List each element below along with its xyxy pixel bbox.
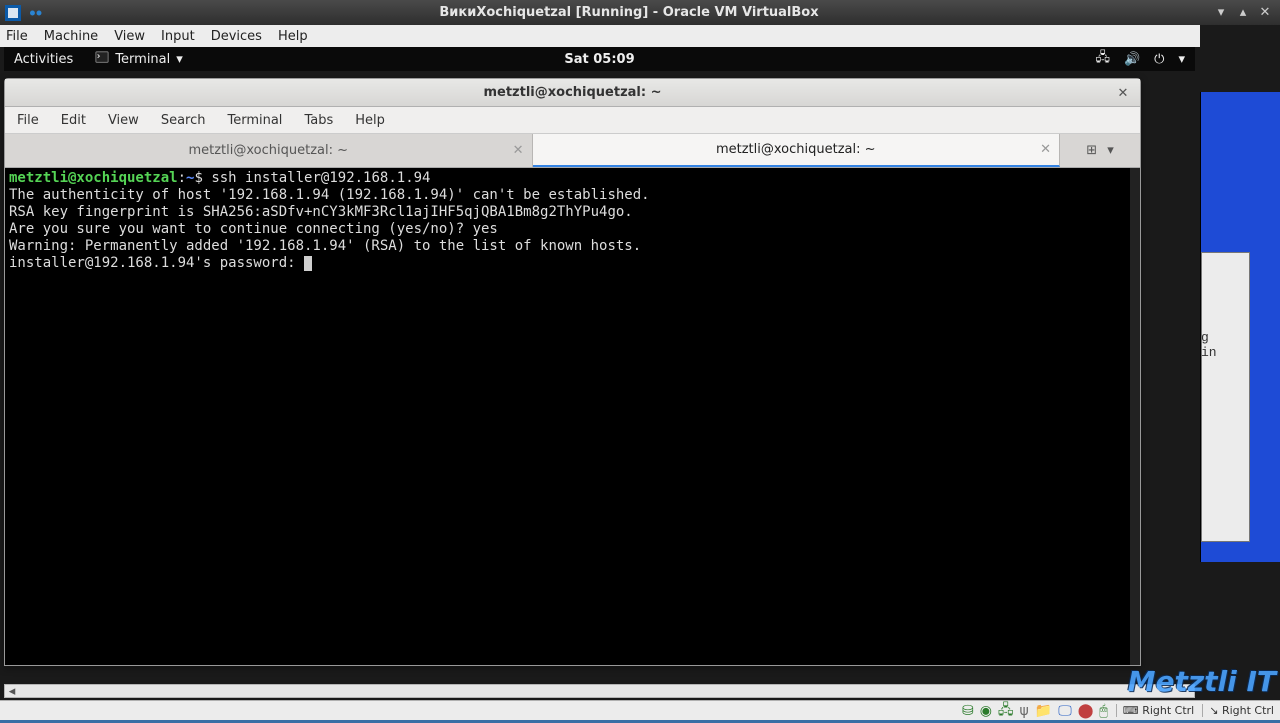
close-button[interactable]: ✕: [1258, 6, 1272, 20]
terminal-tab-1[interactable]: metztli@xochiquetzal: ~ ✕: [533, 134, 1061, 167]
hostkey-arrow-icon: ↘: [1209, 704, 1218, 717]
tab-close-icon[interactable]: ✕: [513, 143, 524, 158]
vm-menu-devices[interactable]: Devices: [211, 29, 262, 44]
scroll-left-icon[interactable]: ◂: [5, 685, 19, 697]
vm-dots-icon: [30, 4, 48, 22]
virtualbox-titlebar: ВикиXochiquetzal [Running] - Oracle VM V…: [0, 0, 1280, 25]
vb-optical-icon[interactable]: ◉: [980, 703, 992, 719]
term-menu-search[interactable]: Search: [161, 113, 206, 128]
tab-close-icon[interactable]: ✕: [1040, 142, 1051, 157]
vb-usb-icon[interactable]: ψ: [1020, 703, 1029, 719]
vb-network-icon[interactable]: 🖧: [998, 699, 1014, 723]
term-menu-edit[interactable]: Edit: [61, 113, 86, 128]
vb-recording-icon[interactable]: ⬤: [1078, 703, 1094, 719]
term-line: RSA key fingerprint is SHA256:aSDfv+nCY3…: [9, 204, 1136, 221]
term-menu-view[interactable]: View: [108, 113, 139, 128]
maximize-button[interactable]: ▴: [1236, 6, 1250, 20]
host-horizontal-scrollbar[interactable]: ◂: [4, 684, 1195, 698]
background-window: g in: [1200, 92, 1280, 562]
chevron-down-icon: ▾: [176, 52, 183, 67]
vb-shared-folder-icon[interactable]: 📁: [1035, 703, 1052, 719]
background-window-text: g in: [1201, 330, 1228, 360]
tab-label: metztli@xochiquetzal: ~: [716, 142, 876, 157]
terminal-cursor: [304, 256, 312, 271]
vb-mouse-integration-icon[interactable]: 🖱: [1099, 703, 1107, 719]
terminal-window: metztli@xochiquetzal: ~ ✕ File Edit View…: [4, 78, 1141, 666]
background-window-content: [1201, 252, 1250, 542]
vb-display-icon[interactable]: 🖵: [1058, 703, 1072, 719]
virtualbox-icon: [4, 4, 22, 22]
app-menu[interactable]: Terminal ▾: [95, 50, 182, 68]
term-menu-terminal[interactable]: Terminal: [227, 113, 282, 128]
terminal-icon: [95, 50, 109, 68]
volume-icon[interactable]: 🔊: [1124, 52, 1140, 67]
tab-menu-chevron-down-icon[interactable]: ▾: [1107, 143, 1114, 158]
clock[interactable]: Sat 05:09: [564, 52, 634, 67]
new-tab-button[interactable]: ⊞: [1086, 143, 1097, 158]
term-line: The authenticity of host '192.168.1.94 (…: [9, 187, 1136, 204]
hostkey-label: Right Ctrl: [1142, 704, 1194, 717]
vb-hostkey-right: ↘ Right Ctrl: [1202, 704, 1274, 717]
tray-chevron-down-icon[interactable]: ▾: [1178, 52, 1185, 67]
terminal-tab-bar: metztli@xochiquetzal: ~ ✕ metztli@xochiq…: [5, 134, 1140, 168]
terminal-body[interactable]: metztli@xochiquetzal:~$ ssh installer@19…: [5, 168, 1140, 665]
terminal-close-button[interactable]: ✕: [1114, 84, 1132, 102]
gnome-top-bar: Activities Terminal ▾ Sat 05:09 🖧 🔊 ⏻ ▾: [4, 47, 1195, 71]
virtualbox-menubar: File Machine View Input Devices Help: [0, 25, 1200, 47]
term-menu-file[interactable]: File: [17, 113, 39, 128]
term-menu-help[interactable]: Help: [355, 113, 385, 128]
hostkey-label: Right Ctrl: [1222, 704, 1274, 717]
minimize-button[interactable]: ▾: [1214, 6, 1228, 20]
terminal-tab-0[interactable]: metztli@xochiquetzal: ~ ✕: [5, 134, 533, 167]
vm-menu-help[interactable]: Help: [278, 29, 308, 44]
terminal-titlebar[interactable]: metztli@xochiquetzal: ~ ✕: [5, 79, 1140, 107]
virtualbox-window-title: ВикиXochiquetzal [Running] - Oracle VM V…: [52, 5, 1206, 20]
keyboard-icon: ⌨: [1123, 704, 1139, 717]
vb-harddisk-icon[interactable]: ⛁: [962, 703, 974, 719]
term-line: installer@192.168.1.94's password:: [9, 255, 1136, 272]
tab-label: metztli@xochiquetzal: ~: [188, 143, 348, 158]
virtualbox-statusbar: ⛁ ◉ 🖧 ψ 📁 🖵 ⬤ 🖱 ⌨ Right Ctrl ↘ Right Ctr…: [0, 700, 1280, 720]
vm-menu-view[interactable]: View: [114, 29, 145, 44]
vm-menu-machine[interactable]: Machine: [44, 29, 98, 44]
command-text: ssh installer@192.168.1.94: [211, 170, 430, 186]
term-line: Are you sure you want to continue connec…: [9, 221, 1136, 238]
terminal-menubar: File Edit View Search Terminal Tabs Help: [5, 107, 1140, 134]
vb-hostkey-left: ⌨ Right Ctrl: [1116, 704, 1194, 717]
vm-menu-file[interactable]: File: [6, 29, 28, 44]
term-line: Warning: Permanently added '192.168.1.94…: [9, 238, 1136, 255]
terminal-scrollbar[interactable]: [1130, 168, 1140, 665]
term-menu-tabs[interactable]: Tabs: [304, 113, 333, 128]
prompt-user: metztli@xochiquetzal: [9, 170, 178, 186]
network-icon[interactable]: 🖧: [1095, 48, 1110, 70]
vm-menu-input[interactable]: Input: [161, 29, 195, 44]
power-icon[interactable]: ⏻: [1154, 52, 1164, 67]
tab-extras: ⊞ ▾: [1060, 134, 1140, 167]
app-menu-label: Terminal: [115, 52, 170, 67]
activities-button[interactable]: Activities: [14, 52, 73, 67]
terminal-title: metztli@xochiquetzal: ~: [483, 85, 661, 100]
